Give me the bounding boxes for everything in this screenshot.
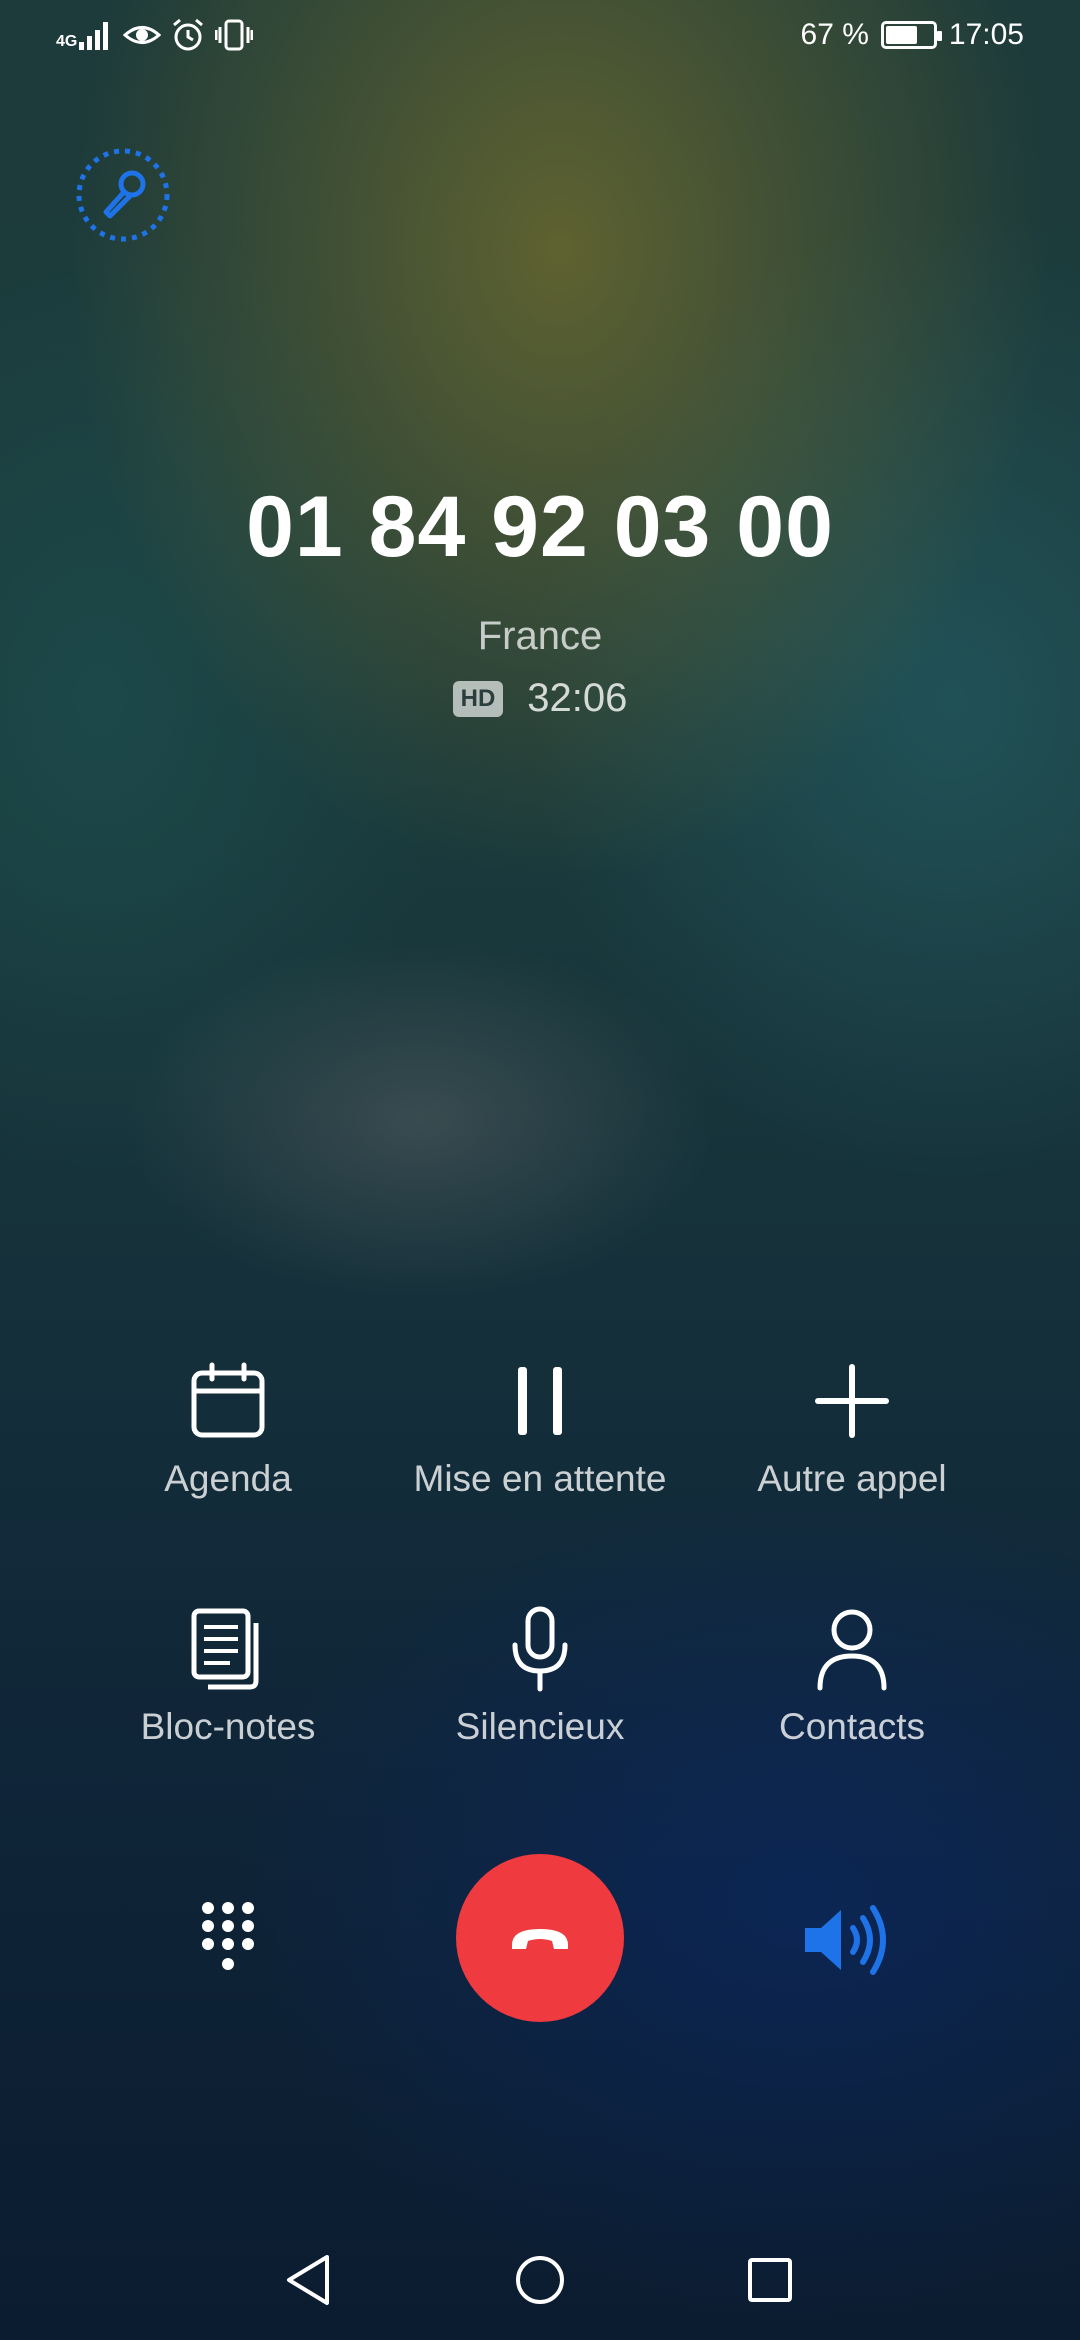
status-left-icons: 4G (56, 18, 254, 52)
end-call-icon (512, 1929, 568, 1949)
phone-number: 01 84 92 03 00 (246, 479, 834, 575)
battery-percent: 67 % (800, 18, 869, 51)
caller-location: France (477, 614, 603, 658)
eye-icon (123, 26, 162, 44)
notes-label: Bloc-notes (140, 1706, 316, 1747)
plus-icon (682, 1356, 1022, 1446)
mute-label: Silencieux (455, 1706, 625, 1747)
person-icon (682, 1604, 1022, 1694)
record-call-button[interactable] (74, 146, 172, 244)
end-call-button[interactable] (456, 1854, 624, 2022)
nav-back-button[interactable] (268, 2240, 348, 2320)
dialpad-icon (202, 1902, 254, 1970)
microphone-icon (370, 1604, 710, 1694)
hold-label: Mise en attente (413, 1458, 667, 1499)
contacts-label: Contacts (778, 1706, 925, 1747)
battery-icon (880, 21, 942, 49)
add-call-button[interactable]: Autre appel (682, 1356, 1022, 1500)
pause-icon (370, 1356, 710, 1446)
battery-fill (885, 26, 917, 44)
speaker-icon (805, 1905, 886, 1975)
home-icon (516, 2256, 564, 2304)
call-duration: 32:06 (527, 676, 628, 720)
status-right-info: 67 % 17:05 (801, 18, 1024, 52)
calendar-icon (58, 1356, 398, 1446)
agenda-button[interactable]: Agenda (58, 1356, 398, 1500)
nav-home-button[interactable] (500, 2240, 580, 2320)
contacts-button[interactable]: Contacts (682, 1604, 1022, 1748)
hold-button[interactable]: Mise en attente (370, 1356, 710, 1500)
agenda-label: Agenda (164, 1458, 292, 1499)
signal-indicator: 4G (56, 20, 113, 50)
vibrate-icon (215, 19, 254, 51)
recents-icon (748, 2258, 792, 2302)
speaker-button[interactable] (796, 1890, 902, 1990)
signal-icon (79, 22, 109, 50)
nav-recents-button[interactable] (730, 2240, 810, 2320)
hd-badge: HD (452, 680, 504, 717)
alarm-icon (173, 18, 204, 51)
clock: 17:05 (948, 18, 1024, 51)
dialpad-button[interactable] (178, 1890, 278, 1990)
network-type-label: 4G (56, 33, 78, 50)
mute-button[interactable]: Silencieux (370, 1604, 710, 1748)
back-icon (287, 2255, 329, 2305)
notes-button[interactable]: Bloc-notes (58, 1604, 398, 1748)
add-call-label: Autre appel (757, 1458, 947, 1499)
call-duration-row: HD 32:06 (0, 676, 1080, 721)
notes-icon (58, 1604, 398, 1694)
record-microphone-icon (76, 148, 170, 242)
status-bar: 4G 67 % 17:05 (0, 0, 1080, 80)
